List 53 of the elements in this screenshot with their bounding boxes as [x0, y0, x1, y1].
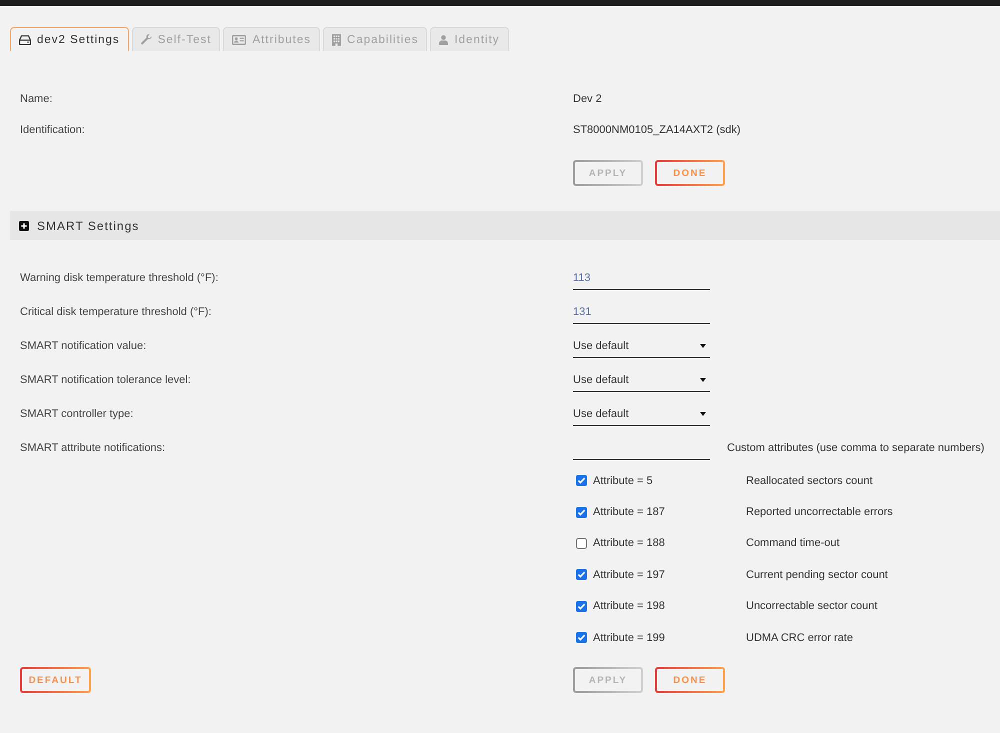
field-label: SMART notification tolerance level: — [20, 373, 191, 388]
attribute-description: UDMA CRC error rate — [746, 632, 853, 644]
attribute-description: Reallocated sectors count — [746, 474, 873, 487]
field-label: Warning disk temperature threshold (°F): — [20, 271, 218, 286]
attribute-description: Current pending sector count — [746, 568, 888, 581]
caret-icon — [700, 412, 706, 416]
tab[interactable]: Self-Test — [132, 27, 220, 51]
checkbox-label: Attribute = 187 — [593, 506, 665, 518]
field-value: ST8000NM0105_ZA14AXT2 (sdk) — [573, 124, 741, 136]
checkbox-label: Attribute = 199 — [593, 632, 665, 644]
input-field[interactable]: 113 — [573, 267, 710, 290]
field-value: Dev 2 — [573, 92, 602, 104]
field-label: Critical disk temperature threshold (°F): — [20, 305, 212, 320]
field-label: SMART controller type: — [20, 407, 134, 422]
select-field[interactable]: Use default — [573, 403, 710, 426]
field-label: SMART attribute notifications: — [20, 441, 166, 456]
caret-icon — [700, 378, 706, 382]
section-header[interactable]: SMART Settings — [10, 211, 1000, 240]
drive-icon — [19, 34, 31, 44]
field-note: Custom attributes (use comma to separate numbers) — [727, 441, 984, 456]
checkbox-label: Attribute = 198 — [593, 600, 665, 612]
checkbox[interactable] — [576, 475, 587, 486]
field-label: Name: — [20, 92, 52, 104]
checkbox-label: Attribute = 188 — [593, 537, 665, 550]
tab[interactable]: dev2 Settings — [10, 27, 129, 51]
checkbox-label: Attribute = 5 — [593, 474, 653, 487]
tab[interactable]: Identity — [430, 27, 509, 51]
tab[interactable]: Capabilities — [323, 27, 428, 51]
checkbox[interactable] — [576, 506, 587, 518]
wrench-icon — [140, 34, 152, 45]
plus-square-icon — [19, 220, 29, 230]
caret-icon — [700, 344, 706, 348]
checkbox-label: Attribute = 197 — [593, 568, 665, 581]
field-label: Identification: — [20, 124, 85, 136]
section-title: SMART Settings — [37, 218, 140, 232]
done-button[interactable]: DONE — [655, 160, 725, 186]
checkbox[interactable] — [576, 538, 587, 549]
select-field[interactable]: Use default — [573, 369, 710, 392]
select-field[interactable]: Use default — [573, 335, 710, 358]
field-label: SMART notification value: — [20, 339, 146, 354]
input-field[interactable]: 131 — [573, 301, 710, 324]
building-icon — [332, 34, 342, 46]
user-icon — [439, 34, 448, 44]
checkbox[interactable] — [576, 632, 587, 644]
attribute-description: Reported uncorrectable errors — [746, 506, 893, 518]
default-button[interactable]: DEFAULT — [20, 667, 91, 694]
checkbox[interactable] — [576, 569, 587, 580]
attribute-description: Command time-out — [746, 537, 840, 550]
tab[interactable]: Attributes — [223, 27, 320, 51]
checkbox[interactable] — [576, 600, 587, 612]
attribute-description: Uncorrectable sector count — [746, 600, 878, 612]
id-card-icon — [232, 34, 246, 44]
done-button[interactable]: DONE — [655, 667, 725, 694]
